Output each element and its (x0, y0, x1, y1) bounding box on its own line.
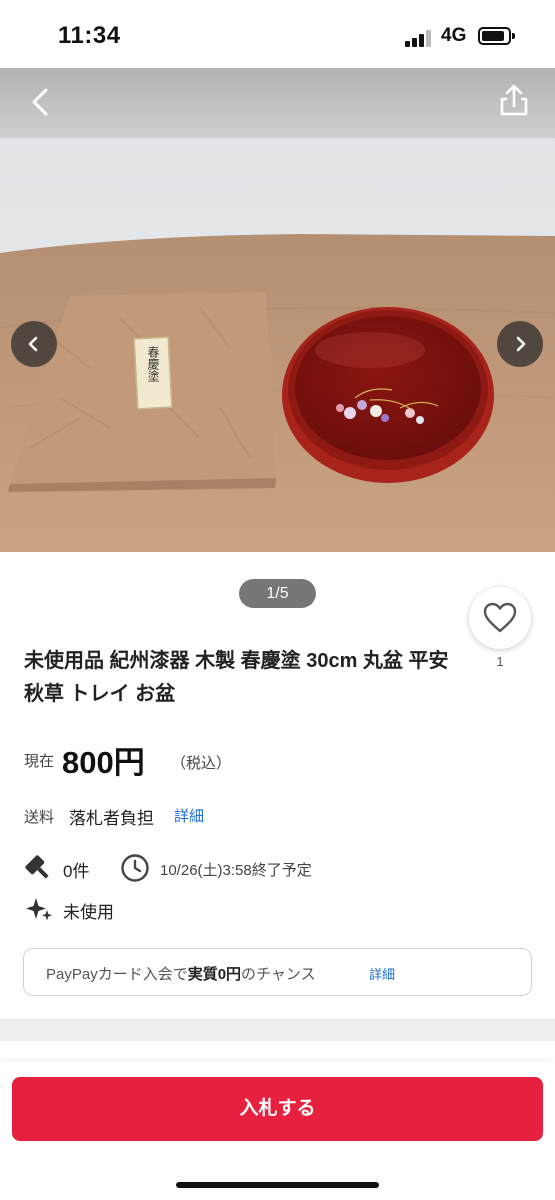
tax-note: （税込） (171, 755, 232, 772)
chevron-right-icon (516, 336, 526, 352)
end-time: 10/26(土)3:58終了予定 (160, 862, 312, 879)
signal-icon (405, 29, 433, 47)
shipping-value: 落札者負担 (69, 809, 154, 828)
back-icon[interactable] (24, 82, 58, 122)
section-divider (0, 1019, 555, 1041)
clock-icon (120, 853, 150, 883)
photo-header (0, 68, 555, 138)
current-price: 800円 (62, 745, 145, 780)
share-icon[interactable] (496, 80, 532, 120)
heart-icon (483, 602, 517, 633)
image-counter: 1/5 (239, 579, 316, 608)
battery-icon (478, 27, 515, 45)
home-indicator (176, 1182, 379, 1188)
product-image: 春慶塗 (0, 68, 555, 552)
shipping-detail-link[interactable]: 詳細 (174, 805, 204, 826)
status-time: 11:34 (58, 22, 121, 49)
item-title: 未使用品 紀州漆器 木製 春慶塗 30cm 丸盆 平安秋草 トレイ お盆 (24, 650, 449, 705)
bid-count: 0件 (63, 862, 90, 881)
item-condition: 未使用 (63, 903, 114, 922)
chevron-left-icon (28, 336, 38, 352)
network-label: 4G (441, 25, 467, 46)
promo-detail-link[interactable]: 詳細 (369, 964, 395, 983)
gavel-icon (23, 854, 53, 882)
box-label: 春慶塗 (146, 346, 160, 382)
promo-text: PayPayカード入会で実質0円のチャンス (46, 966, 316, 983)
price-label: 現在 (24, 753, 55, 770)
bid-button[interactable]: 入札する (12, 1077, 543, 1141)
previous-image-button[interactable] (11, 321, 57, 367)
favorite-button[interactable] (469, 587, 531, 649)
status-bar: 11:34 4G (0, 0, 555, 68)
shipping-label: 送料 (24, 809, 55, 826)
next-image-button[interactable] (497, 321, 543, 367)
product-photo[interactable]: 春慶塗 (0, 68, 555, 552)
bottom-action-bar: 入札する (0, 1062, 555, 1200)
sparkle-icon (24, 895, 54, 923)
favorite-count: 1 (496, 654, 504, 669)
paypay-card-promo[interactable]: PayPayカード入会で実質0円のチャンス 詳細 (23, 948, 532, 996)
